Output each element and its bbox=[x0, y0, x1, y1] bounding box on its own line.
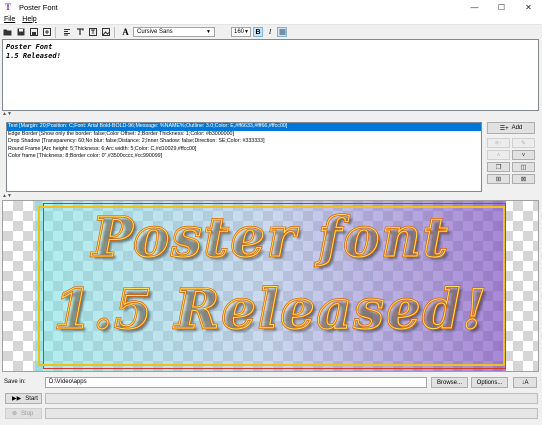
window-controls: — ☐ ✕ bbox=[461, 0, 542, 14]
font-family-value: Cursive Sans bbox=[137, 29, 173, 35]
stop-row: ⊗ Stop bbox=[0, 408, 542, 420]
window-title: Poster Font bbox=[19, 2, 58, 12]
splitter-grip[interactable]: ▲▼ bbox=[2, 112, 12, 117]
effect-item[interactable]: Drop Shadow [Transparency: 60;No blur: f… bbox=[7, 138, 481, 146]
move-first-icon[interactable]: ≡↑ bbox=[487, 138, 510, 148]
poster-preview: Poster font Poster font 1.5 Released! 1.… bbox=[2, 200, 539, 372]
save-in-label: Save in: bbox=[4, 379, 26, 385]
poster-text-inner: 1.5 Released! bbox=[53, 277, 489, 342]
poster-text-line: 1.5 Released! 1.5 Released! bbox=[41, 276, 501, 342]
stop-label: Stop bbox=[21, 410, 34, 417]
effect-item[interactable]: Edge Border [Show only the border: false… bbox=[7, 131, 481, 139]
add-effect-button[interactable]: ☰+ Add bbox=[487, 122, 535, 134]
duplicate-icon[interactable]: ⊞ bbox=[487, 174, 510, 184]
poster-text-inner: Poster font bbox=[92, 205, 450, 270]
minimize-icon[interactable]: — bbox=[461, 0, 488, 14]
image-effects-icon[interactable] bbox=[100, 27, 111, 38]
remove-effect-icon[interactable]: ⊠ bbox=[512, 174, 535, 184]
save-path-input[interactable]: D:\Video\apps bbox=[45, 377, 427, 388]
text-style-icon[interactable] bbox=[74, 27, 85, 38]
toolbar-separator bbox=[114, 26, 115, 38]
move-down-icon[interactable]: ˅ bbox=[512, 150, 535, 160]
toolbar: A Cursive Sans ▼ 160 ▼ B I bbox=[0, 25, 542, 39]
browse-button[interactable]: Browse... bbox=[431, 377, 468, 388]
add-icon: ☰+ bbox=[499, 125, 509, 132]
paste-icon[interactable]: ◫ bbox=[512, 162, 535, 172]
text-effects-icon[interactable] bbox=[87, 27, 98, 38]
close-icon[interactable]: ✕ bbox=[515, 0, 542, 14]
sort-az-button[interactable]: ↓A bbox=[513, 377, 537, 388]
effect-item[interactable]: Color frame [Thickness: 8;Border color: … bbox=[7, 153, 481, 161]
save-icon[interactable] bbox=[15, 27, 26, 38]
chevron-down-icon: ▼ bbox=[206, 29, 211, 35]
message-editor[interactable]: Poster Font 1.5 Released! bbox=[2, 39, 539, 111]
save-row: Save in: D:\Video\apps Browse... Options… bbox=[0, 377, 542, 389]
menu-bar: File Help bbox=[0, 14, 542, 25]
progress-bar bbox=[45, 408, 538, 419]
font-size-select[interactable]: 160 ▼ bbox=[231, 27, 251, 37]
progress-bar bbox=[45, 393, 538, 404]
poster-text-line: Poster font Poster font bbox=[41, 204, 501, 270]
effects-list[interactable]: Text [Margin: 20;Position: C;Font: Arial… bbox=[6, 122, 482, 192]
bold-button[interactable]: B bbox=[253, 27, 263, 37]
splitter-grip[interactable]: ▲▼ bbox=[2, 194, 12, 199]
effects-actions: ☰+ Add ≡↑ ✎ ˄ ˅ ❐ ◫ ⊞ ⊠ bbox=[487, 122, 536, 184]
start-button[interactable]: ▶▶ Start bbox=[5, 393, 42, 404]
menu-file[interactable]: File bbox=[4, 16, 15, 23]
menu-help[interactable]: Help bbox=[22, 16, 36, 23]
italic-button[interactable]: I bbox=[265, 27, 275, 37]
maximize-icon[interactable]: ☐ bbox=[488, 0, 515, 14]
save-as-icon[interactable] bbox=[28, 27, 39, 38]
copy-icon[interactable]: ❐ bbox=[487, 162, 510, 172]
effect-item[interactable]: Text [Margin: 20;Position: C;Font: Arial… bbox=[7, 123, 481, 131]
effect-item[interactable]: Round Frame [Arc height: 5;Thickness: 6;… bbox=[7, 146, 481, 154]
open-folder-icon[interactable] bbox=[2, 27, 13, 38]
editor-line: 1.5 Released! bbox=[6, 52, 61, 60]
play-icon: ▶▶ bbox=[12, 396, 22, 402]
stop-button[interactable]: ⊗ Stop bbox=[5, 408, 42, 419]
add-effect-label: Add bbox=[511, 125, 523, 131]
effect-action-grid: ≡↑ ✎ ˄ ˅ ❐ ◫ ⊞ ⊠ bbox=[487, 138, 536, 184]
font-size-value: 160 bbox=[234, 29, 245, 35]
align-left-icon[interactable] bbox=[61, 27, 72, 38]
move-up-icon[interactable]: ˄ bbox=[487, 150, 510, 160]
align-icon[interactable] bbox=[277, 27, 287, 37]
export-icon[interactable] bbox=[41, 27, 52, 38]
title-bar: T Poster Font — ☐ ✕ bbox=[0, 0, 542, 14]
start-row: ▶▶ Start bbox=[0, 393, 542, 405]
stop-icon: ⊗ bbox=[12, 411, 18, 417]
options-button[interactable]: Options... bbox=[471, 377, 508, 388]
chevron-down-icon: ▼ bbox=[244, 29, 249, 35]
font-family-select[interactable]: Cursive Sans ▼ bbox=[133, 27, 215, 37]
edit-effect-icon[interactable]: ✎ bbox=[512, 138, 535, 148]
toolbar-separator bbox=[55, 26, 56, 38]
font-icon: A bbox=[122, 27, 129, 37]
editor-line: Poster Font bbox=[6, 43, 53, 51]
start-label: Start bbox=[25, 395, 38, 402]
sort-az-icon: ↓A bbox=[521, 379, 529, 386]
app-icon: T bbox=[4, 2, 11, 12]
